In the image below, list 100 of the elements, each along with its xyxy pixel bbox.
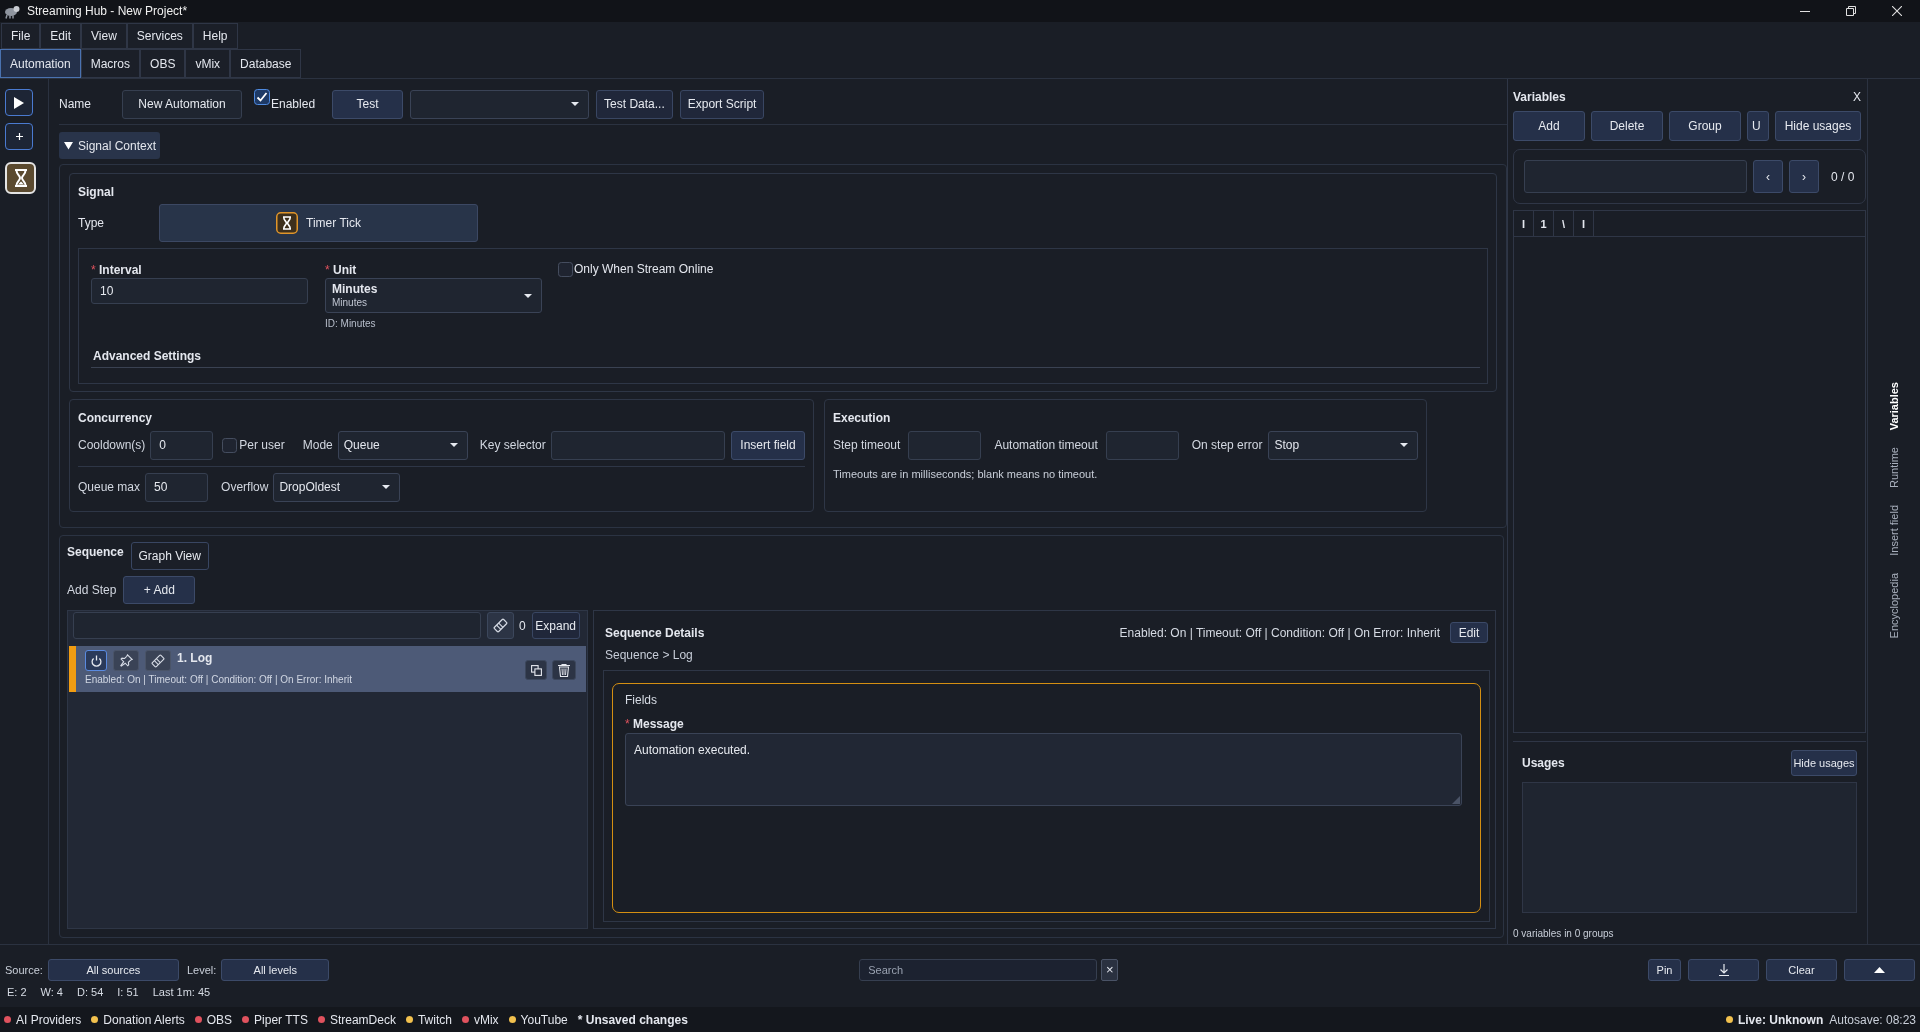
service-status: Piper TTS: [254, 1012, 308, 1027]
menu-item[interactable]: Help: [192, 23, 238, 49]
log-count: Last 1m: 45: [152, 986, 211, 999]
group-title: Fields: [625, 693, 657, 707]
checkbox[interactable]: [558, 262, 573, 277]
section-title: Sequence: [67, 544, 124, 560]
run-button[interactable]: [5, 89, 33, 116]
timer-button[interactable]: [5, 162, 36, 194]
group-title: Execution: [833, 410, 891, 426]
tab[interactable]: Automation: [0, 49, 81, 78]
eraser-icon: [151, 653, 165, 668]
level-filter-button[interactable]: All levels: [221, 959, 330, 981]
menu-item[interactable]: Edit: [40, 23, 82, 49]
download-button[interactable]: [1688, 959, 1759, 981]
name-input[interactable]: New Automation: [122, 89, 242, 119]
side-tab[interactable]: Runtime: [1888, 447, 1900, 489]
interval-input[interactable]: 10: [91, 278, 308, 304]
tab[interactable]: Database: [230, 49, 302, 78]
graph-view-button[interactable]: Graph View: [130, 542, 209, 570]
step-row[interactable]: 1. Log Enabled: On | Timeout: Off | Condition: Off | On Error: Inherit: [69, 646, 586, 692]
pin-button[interactable]: [113, 650, 139, 671]
column-header[interactable]: I: [1574, 211, 1594, 236]
hourglass-icon: [13, 169, 28, 187]
caret-up-icon: [1874, 967, 1885, 973]
tab[interactable]: Macros: [80, 49, 141, 78]
download-icon: [1718, 964, 1729, 976]
collapse-button[interactable]: [1844, 959, 1915, 981]
duplicate-button[interactable]: [525, 660, 547, 680]
clear-log-button[interactable]: Clear: [1766, 959, 1837, 981]
variables-button[interactable]: Add: [1513, 111, 1585, 141]
name-label: Name: [59, 97, 91, 111]
expand-button[interactable]: Expand: [531, 612, 580, 639]
column-header[interactable]: 1: [1534, 211, 1554, 236]
previous-button[interactable]: ‹: [1753, 160, 1783, 193]
side-tab[interactable]: Insert field: [1888, 505, 1900, 557]
insert-field-button[interactable]: Insert field: [731, 430, 805, 460]
source-filter-button[interactable]: All sources: [47, 959, 179, 981]
next-button[interactable]: ›: [1789, 160, 1819, 193]
side-tab[interactable]: Variables: [1888, 382, 1900, 431]
log-search-input[interactable]: Search: [859, 959, 1098, 981]
variables-button[interactable]: U: [1747, 111, 1769, 141]
field-label: On step error: [1191, 438, 1263, 452]
add-button[interactable]: [5, 123, 33, 150]
eraser-button[interactable]: [487, 612, 514, 639]
variables-button[interactable]: Delete: [1591, 111, 1663, 141]
add-step-label: Add Step: [67, 583, 117, 597]
cooldown-input[interactable]: 0: [150, 430, 214, 460]
clear-search-button[interactable]: ×: [1101, 959, 1119, 981]
caret-icon: [1400, 443, 1409, 447]
group-title: Signal: [78, 184, 114, 200]
test-button[interactable]: Test: [332, 89, 404, 119]
signal-type-button[interactable]: Timer Tick: [159, 204, 478, 242]
unsaved-indicator: * Unsaved changes: [577, 1012, 688, 1027]
enable-toggle-button[interactable]: [85, 650, 107, 671]
pin-button[interactable]: Pin: [1648, 959, 1681, 981]
hide-usages-button[interactable]: Hide usages: [1791, 750, 1857, 776]
section-header[interactable]: Signal Context: [59, 132, 161, 159]
field-label: Mode: [302, 438, 333, 452]
key-selector-input[interactable]: [550, 430, 725, 460]
delete-button[interactable]: [552, 660, 576, 680]
on-step-error-dropdown[interactable]: Stop: [1268, 430, 1419, 460]
restore-icon: [1846, 6, 1856, 16]
column-header[interactable]: I: [1514, 211, 1534, 236]
group-title: Concurrency: [78, 410, 153, 426]
tab[interactable]: OBS: [140, 49, 186, 78]
edit-button[interactable]: Edit: [1450, 622, 1488, 643]
eraser-icon: [493, 618, 508, 633]
automation-timeout-input[interactable]: [1105, 430, 1179, 460]
close-icon: [1892, 6, 1902, 16]
variables-button[interactable]: Group: [1669, 111, 1741, 141]
variable-search-input[interactable]: [1524, 160, 1747, 193]
panel-title: Usages: [1522, 756, 1565, 770]
close-panel-button[interactable]: X: [1851, 90, 1863, 104]
toolbar-button[interactable]: Test Data...: [596, 89, 673, 119]
trash-icon: [558, 663, 570, 677]
field-label: Key selector: [479, 438, 546, 452]
variables-button[interactable]: Hide usages: [1775, 111, 1861, 141]
menu-item[interactable]: View: [81, 23, 127, 49]
checkbox[interactable]: [222, 437, 238, 453]
unit-dropdown[interactable]: Minutes Minutes: [325, 278, 542, 313]
column-header[interactable]: \: [1554, 211, 1574, 236]
mode-dropdown[interactable]: Queue: [337, 430, 468, 460]
field-label: Cooldown(s): [78, 438, 146, 452]
queue-max-input[interactable]: 50: [145, 472, 209, 502]
step-timeout-input[interactable]: [908, 430, 982, 460]
menu-item[interactable]: File: [1, 23, 41, 49]
overflow-dropdown[interactable]: DropOldest: [273, 472, 401, 502]
app-logo-icon: [4, 3, 20, 19]
message-textarea[interactable]: Automation executed.: [625, 733, 1462, 806]
add-step-button[interactable]: + Add: [123, 576, 196, 604]
tab[interactable]: vMix: [185, 49, 231, 78]
eraser-button[interactable]: [145, 650, 171, 671]
checkbox[interactable]: [254, 89, 270, 105]
menu-item[interactable]: Services: [126, 23, 193, 49]
step-search-input[interactable]: [73, 612, 481, 639]
field-label: Automation timeout: [994, 438, 1098, 452]
checkbox-label: Only When Stream Online: [574, 262, 714, 277]
side-tab[interactable]: Encyclopedia: [1888, 573, 1900, 639]
toolbar-button[interactable]: Export Script: [679, 89, 765, 119]
breadcrumb: Sequence > Log: [605, 647, 693, 663]
